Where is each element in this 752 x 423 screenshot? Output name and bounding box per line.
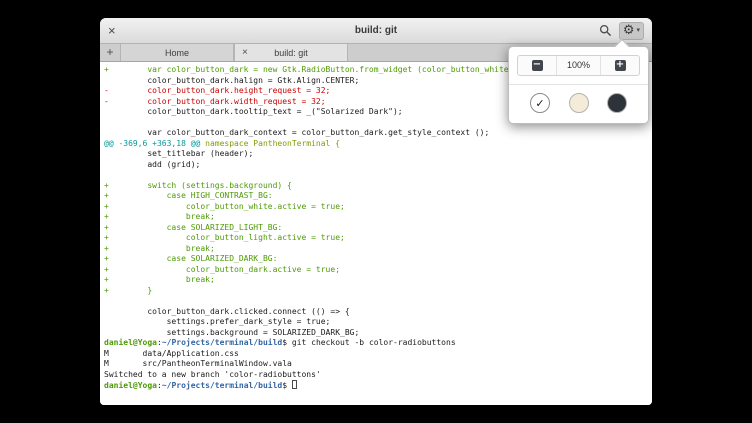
terminal-line: add (grid); <box>104 160 652 171</box>
new-tab-button[interactable]: + <box>100 44 120 61</box>
terminal-line: + color_button_light.active = true; <box>104 233 652 244</box>
terminal-line: + color_button_dark.active = true; <box>104 265 652 276</box>
tab-close-icon[interactable]: × <box>242 48 248 58</box>
tab-build-git-label: build: git <box>274 48 308 58</box>
terminal-line: M src/PantheonTerminalWindow.vala <box>104 359 652 370</box>
terminal-line: color_button_dark.clicked.connect (() =>… <box>104 307 652 318</box>
theme-swatch-solarized-dark[interactable] <box>607 93 627 113</box>
titlebar-actions: ⚙ ▾ <box>599 22 644 40</box>
titlebar[interactable]: × build: git ⚙ ▾ <box>100 18 652 44</box>
terminal-line: + case SOLARIZED_DARK_BG: <box>104 254 652 265</box>
theme-swatch-high-contrast[interactable]: ✓ <box>530 93 550 113</box>
zoom-in-button[interactable]: + <box>601 56 639 75</box>
zoom-in-icon: + <box>615 60 626 71</box>
terminal-line <box>104 296 652 307</box>
terminal-line: settings.background = SOLARIZED_DARK_BG; <box>104 328 652 339</box>
terminal-line: daniel@Yoga:~/Projects/terminal/build$ <box>104 380 652 392</box>
theme-swatch-solarized-light[interactable] <box>569 93 589 113</box>
terminal-line: + case HIGH_CONTRAST_BG: <box>104 191 652 202</box>
search-icon-glyph <box>599 24 612 37</box>
terminal-line: + } <box>104 286 652 297</box>
zoom-level: 100% <box>556 56 601 75</box>
window-title: build: git <box>100 25 652 36</box>
terminal-line: + break; <box>104 275 652 286</box>
check-icon: ✓ <box>535 97 544 110</box>
settings-popover: − 100% + ✓ <box>508 46 649 124</box>
chevron-down-icon: ▾ <box>636 27 640 34</box>
terminal-cursor <box>292 380 297 389</box>
tab-home-label: Home <box>165 48 189 58</box>
settings-menu-button[interactable]: ⚙ ▾ <box>619 22 644 40</box>
terminal-line: Switched to a new branch 'color-radiobut… <box>104 370 652 381</box>
terminal-line <box>104 170 652 181</box>
zoom-out-icon: − <box>532 60 543 71</box>
terminal-line: + switch (settings.background) { <box>104 181 652 192</box>
terminal-line: + case SOLARIZED_LIGHT_BG: <box>104 223 652 234</box>
tab-build-git[interactable]: × build: git <box>234 44 348 61</box>
terminal-line: var color_button_dark_context = color_bu… <box>104 128 652 139</box>
terminal-line: + break; <box>104 212 652 223</box>
search-icon[interactable] <box>599 24 612 37</box>
terminal-line: settings.prefer_dark_style = true; <box>104 317 652 328</box>
terminal-line: + color_button_white.active = true; <box>104 202 652 213</box>
terminal-line: + break; <box>104 244 652 255</box>
zoom-controls: − 100% + <box>517 55 640 76</box>
terminal-line: M data/Application.css <box>104 349 652 360</box>
terminal-line: @@ -369,6 +363,18 @@ namespace PantheonT… <box>104 139 652 150</box>
terminal-line: set_titlebar (header); <box>104 149 652 160</box>
theme-swatches: ✓ <box>517 85 640 115</box>
tab-home[interactable]: Home <box>120 44 234 61</box>
window-close-button[interactable]: × <box>108 24 124 37</box>
zoom-out-button[interactable]: − <box>518 56 556 75</box>
terminal-window: × build: git ⚙ ▾ + Home × build: git + v <box>100 18 652 405</box>
gear-icon: ⚙ <box>623 24 635 37</box>
terminal-line: daniel@Yoga:~/Projects/terminal/build$ g… <box>104 338 652 349</box>
